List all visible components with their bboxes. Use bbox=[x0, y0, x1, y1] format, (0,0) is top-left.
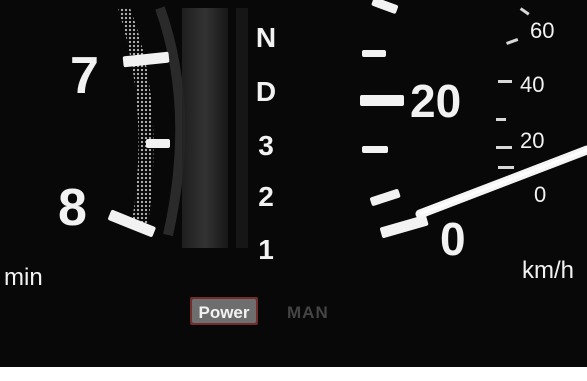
gear-position-3: 3 bbox=[258, 130, 274, 161]
tach-numeral-7: 7 bbox=[70, 47, 99, 105]
tach-tick-minor bbox=[146, 139, 170, 148]
speed-numeral-0: 0 bbox=[440, 213, 466, 265]
gear-position-1: 1 bbox=[258, 234, 274, 265]
speed-minor-tick bbox=[498, 80, 512, 83]
speed-tick-20 bbox=[360, 95, 404, 106]
tach-unit-label: min bbox=[4, 264, 43, 291]
speed-numeral-20: 20 bbox=[410, 75, 461, 127]
manual-mode-label: MAN bbox=[287, 303, 329, 322]
speed-unit-label: km/h bbox=[522, 257, 574, 284]
gear-strip-edge bbox=[236, 8, 248, 248]
gear-position-2: 2 bbox=[258, 181, 274, 212]
gear-position-d: D bbox=[256, 76, 276, 107]
gear-position-n: N bbox=[256, 22, 276, 53]
instrument-cluster: 7 8 min N D 3 2 1 20 0 60 40 20 0 km/h P… bbox=[0, 0, 587, 381]
speed-small-numeral-0: 0 bbox=[534, 182, 546, 207]
gear-strip bbox=[182, 8, 228, 248]
speed-minor-tick bbox=[496, 118, 506, 121]
speed-tick bbox=[362, 50, 386, 57]
power-mode-label: Power bbox=[198, 303, 249, 322]
speed-small-numeral-60: 60 bbox=[530, 18, 554, 43]
speed-minor-tick bbox=[498, 166, 514, 169]
speed-small-numeral-20: 20 bbox=[520, 128, 544, 153]
speed-tick bbox=[362, 146, 388, 153]
speed-minor-tick bbox=[496, 146, 512, 149]
speed-small-numeral-40: 40 bbox=[520, 72, 544, 97]
tach-numeral-8: 8 bbox=[58, 179, 87, 237]
